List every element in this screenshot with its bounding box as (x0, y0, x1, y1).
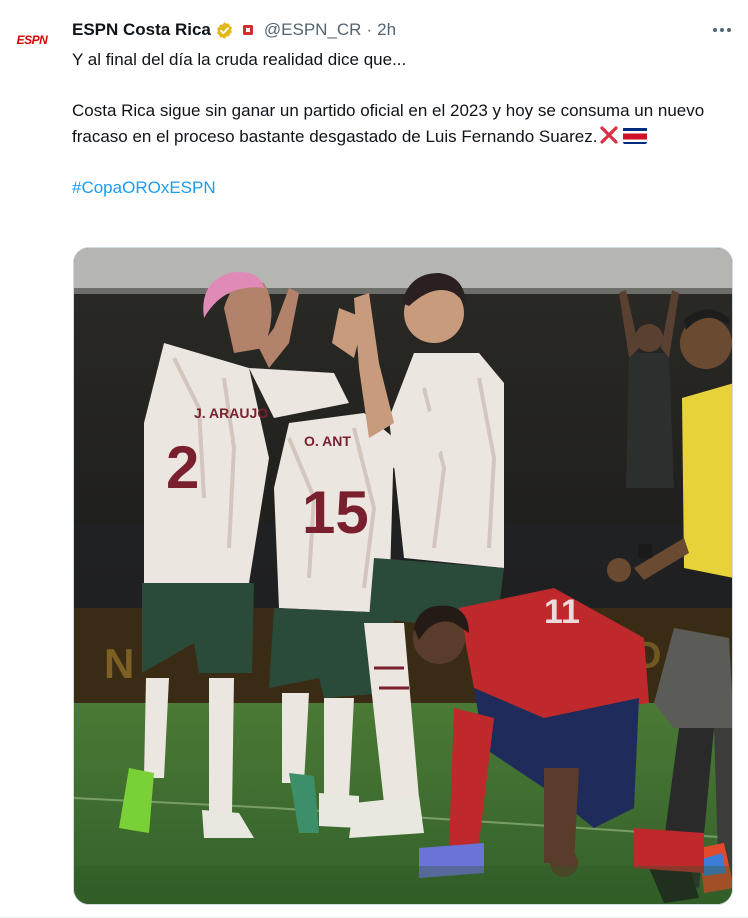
header-separator: · (366, 20, 373, 39)
jersey-number-15: 15 (302, 479, 369, 546)
author-handle[interactable]: @ESPN_CR (264, 20, 362, 40)
jersey-name-ant: O. ANT (304, 433, 351, 449)
verified-badge-icon[interactable] (215, 21, 234, 40)
tweet-text-paragraph-2: Costa Rica sigue sin ganar un partido of… (72, 98, 732, 149)
photo-scene: N D J. ARAUJO 2 O. ANT 15 11 (74, 248, 732, 904)
affiliate-badge-icon[interactable] (240, 22, 256, 38)
author-display-name[interactable]: ESPN Costa Rica (72, 20, 211, 40)
stadium-roof (74, 248, 732, 288)
cross-mark-icon (599, 125, 619, 145)
more-horizontal-icon[interactable] (710, 20, 734, 40)
tweet-text: Y al final del día la cruda realidad dic… (72, 47, 732, 200)
jersey-number-2: 2 (166, 434, 199, 501)
hashtag-link[interactable]: #CopaOROxESPN (72, 178, 216, 197)
jersey-name-araujo: J. ARAUJO (194, 405, 268, 421)
author-avatar[interactable]: ESPN (12, 20, 52, 60)
timestamp[interactable]: 2h (377, 20, 396, 40)
costa-rica-flag-icon (623, 127, 648, 144)
espn-logo: ESPN (16, 33, 48, 47)
tweet-header: ESPN Costa Rica @ESPN_CR · 2h (72, 18, 396, 42)
ad-board-lettering: N (104, 640, 134, 687)
tweet-photo[interactable]: N D J. ARAUJO 2 O. ANT 15 11 (73, 247, 733, 905)
svg-text:11: 11 (544, 593, 580, 631)
tweet-text-line-1: Y al final del día la cruda realidad dic… (72, 50, 407, 69)
tweet[interactable]: ESPN ESPN Costa Rica @ESPN_CR · 2h Y al … (0, 0, 748, 918)
